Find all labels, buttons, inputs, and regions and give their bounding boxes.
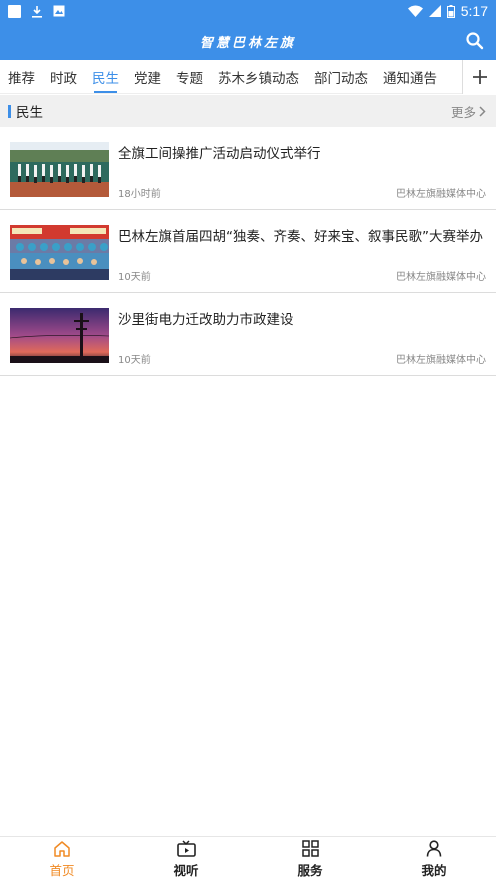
tab-township-news[interactable]: 苏木乡镇动态	[218, 60, 299, 93]
nav-label: 首页	[49, 863, 75, 878]
news-item[interactable]: 巴林左旗首届四胡“独奏、齐奏、好来宝、叙事民歌”大赛举办 10天前 巴林左旗融媒…	[0, 210, 496, 293]
download-icon	[32, 5, 42, 18]
search-icon[interactable]	[464, 30, 486, 52]
nav-label: 视听	[173, 863, 199, 878]
tab-politics[interactable]: 时政	[50, 60, 77, 93]
plus-icon	[472, 70, 487, 84]
tab-notices[interactable]: 通知通告	[383, 60, 437, 93]
status-left-icons	[8, 4, 65, 18]
signal-icon	[428, 5, 441, 17]
nav-media[interactable]: 视听	[124, 837, 248, 882]
battery-icon	[446, 4, 455, 18]
news-item[interactable]: 全旗工间操推广活动启动仪式举行 18小时前 巴林左旗融媒体中心	[0, 127, 496, 210]
tab-list: 推荐 时政 民生 党建 专题 苏木乡镇动态 部门动态 通知通告	[0, 60, 462, 93]
news-title: 巴林左旗首届四胡“独奏、齐奏、好来宝、叙事民歌”大赛举办	[118, 229, 483, 245]
nav-services[interactable]: 服务	[248, 837, 372, 882]
section-title: 民生	[16, 105, 43, 121]
add-tab-button[interactable]	[462, 60, 496, 94]
status-right: 5:17	[407, 3, 488, 19]
tv-icon	[176, 840, 196, 857]
news-title: 全旗工间操推广活动启动仪式举行	[118, 146, 321, 162]
news-thumbnail	[10, 142, 109, 197]
news-thumbnail	[10, 308, 109, 363]
category-tabs: 推荐 时政 民生 党建 专题 苏木乡镇动态 部门动态 通知通告	[0, 60, 496, 94]
news-list: 全旗工间操推广活动启动仪式举行 18小时前 巴林左旗融媒体中心 巴林左旗首届四胡…	[0, 127, 496, 376]
chevron-right-icon	[479, 105, 486, 117]
news-time: 18小时前	[118, 189, 161, 200]
nav-home[interactable]: 首页	[0, 837, 124, 882]
status-bar: 5:17	[0, 0, 496, 22]
section-accent-bar	[8, 104, 11, 118]
bottom-nav: 首页 视听 服务 我的	[0, 836, 496, 882]
news-source: 巴林左旗融媒体中心	[396, 272, 486, 283]
app-title: 智慧巴林左旗	[199, 35, 296, 51]
app-header: 智慧巴林左旗	[0, 22, 496, 60]
tab-livelihood[interactable]: 民生	[92, 60, 119, 93]
more-link[interactable]: 更多	[451, 102, 486, 121]
news-time: 10天前	[118, 355, 151, 366]
news-title: 沙里街电力迁改助力市政建设	[118, 312, 294, 328]
tab-department-news[interactable]: 部门动态	[314, 60, 368, 93]
news-item[interactable]: 沙里街电力迁改助力市政建设 10天前 巴林左旗融媒体中心	[0, 293, 496, 376]
news-time: 10天前	[118, 272, 151, 283]
tab-topics[interactable]: 专题	[176, 60, 203, 93]
news-thumbnail	[10, 225, 109, 280]
section-header: 民生 更多	[0, 95, 496, 127]
image-icon	[53, 5, 65, 17]
news-source: 巴林左旗融媒体中心	[396, 189, 486, 200]
home-icon	[54, 841, 70, 857]
wifi-icon	[407, 5, 423, 17]
nav-mine[interactable]: 我的	[372, 837, 496, 882]
person-icon	[426, 840, 442, 857]
status-time: 5:17	[460, 3, 488, 19]
grid-icon	[301, 840, 319, 857]
nav-label: 我的	[421, 863, 447, 878]
tab-party[interactable]: 党建	[134, 60, 161, 93]
notification-square-icon	[8, 4, 21, 18]
nav-label: 服务	[297, 863, 323, 878]
news-source: 巴林左旗融媒体中心	[396, 355, 486, 366]
tab-recommend[interactable]: 推荐	[8, 60, 35, 93]
